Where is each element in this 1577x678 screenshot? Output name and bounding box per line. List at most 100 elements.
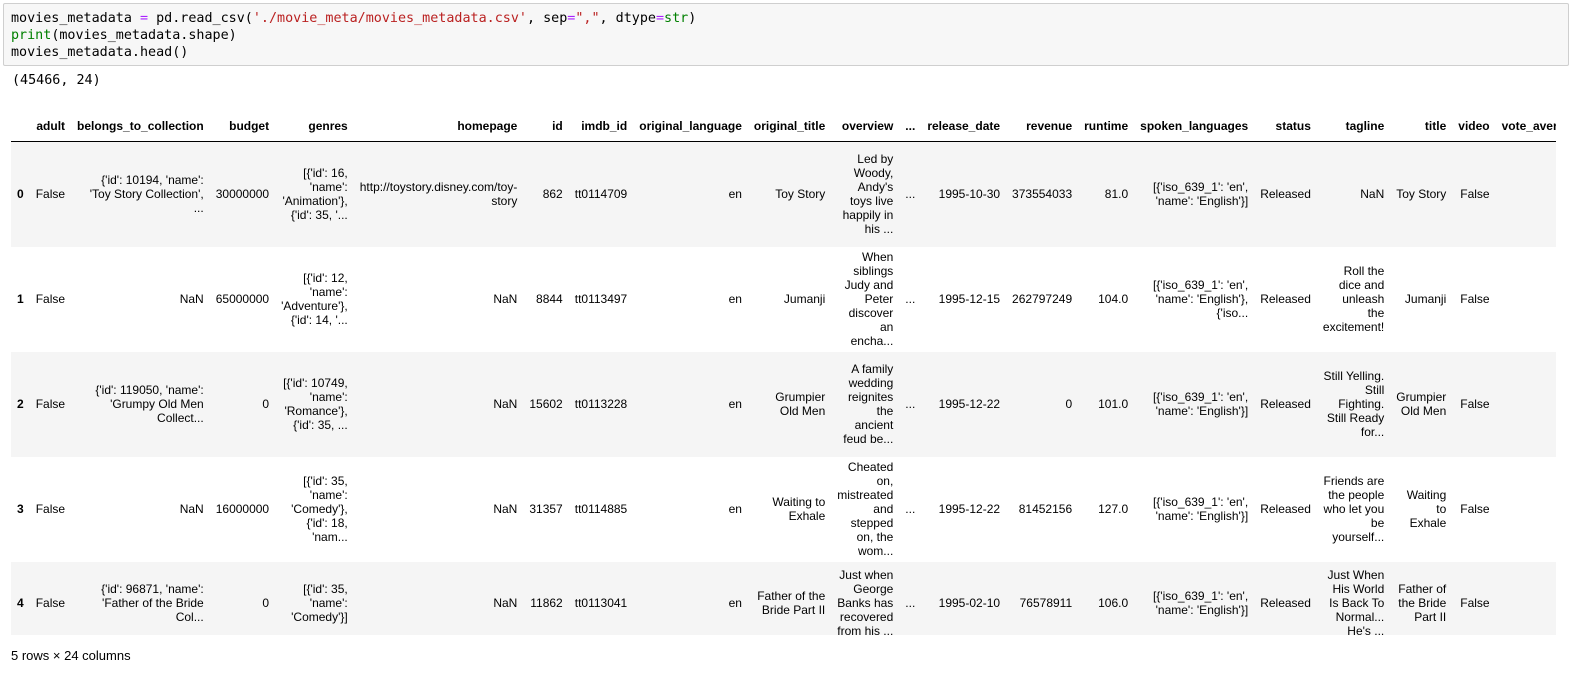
code-token: =: [140, 11, 149, 26]
table-cell: Grumpier Old Men: [775, 390, 826, 418]
table-cell: http://toystory.disney.com/toy-story: [359, 180, 518, 209]
table-cell: en: [728, 187, 742, 202]
column-header: homepage: [353, 111, 524, 142]
dataframe-shape-footer: 5 rows × 24 columns: [11, 648, 131, 663]
dataframe-output[interactable]: adult belongs_to_collection budget genres ho…: [11, 111, 1556, 635]
table-cell: NaN: [1360, 187, 1385, 202]
table-cell: Released: [1260, 292, 1311, 306]
column-header: release_date: [921, 111, 1007, 142]
table-cell: ...: [905, 502, 916, 516]
code-token: print: [11, 28, 52, 43]
table-cell: 81452156: [1018, 502, 1073, 516]
table-cell: [{'iso_639_1': 'en', 'name': 'English'}]: [1152, 495, 1249, 523]
table-cell: 16000000: [215, 502, 270, 516]
table-cell: 15602: [529, 397, 563, 411]
table-cell: {'id': 96871, 'name': 'Father of the Bri…: [101, 581, 204, 624]
column-header: tagline: [1316, 111, 1391, 142]
table-cell: [1496, 562, 1556, 636]
code-line-2: print(movies_metadata.shape): [11, 27, 1568, 44]
column-header: title: [1390, 111, 1453, 142]
row-index: 0: [17, 187, 24, 202]
table-cell: [1496, 247, 1556, 352]
table-cell: 31357: [529, 502, 563, 516]
index-header: [11, 111, 30, 142]
code-token: str: [664, 11, 689, 26]
table-cell: en: [728, 292, 742, 306]
code-cell[interactable]: movies_metadata = pd.read_csv('./movie_m…: [3, 3, 1569, 66]
table-cell: [{'iso_639_1': 'en', 'name': 'English'}]: [1152, 588, 1249, 617]
code-token: pd.read_csv(: [148, 11, 253, 26]
code-line-3: movies_metadata.head(): [11, 45, 189, 60]
column-header: overview: [831, 111, 900, 142]
table-cell: Released: [1260, 595, 1311, 610]
table-cell: When siblings Judy and Peter discover an…: [844, 250, 894, 348]
table-cell: Released: [1260, 397, 1311, 411]
code-token: =: [655, 11, 665, 26]
code-token: (movies_metadata.shape): [51, 28, 237, 43]
table-cell: Toy Story: [775, 187, 826, 202]
column-header: id: [523, 111, 569, 142]
table-cell: Friends are the people who let you be yo…: [1323, 474, 1385, 544]
table-cell: en: [728, 397, 742, 411]
table-cell: 0: [1065, 397, 1073, 411]
table-cell: 104.0: [1098, 292, 1129, 306]
row-index: 3: [17, 502, 24, 516]
table-cell: 101.0: [1098, 397, 1129, 411]
column-header: status: [1254, 111, 1317, 142]
table-cell: Still Yelling. Still Fighting. Still Rea…: [1323, 369, 1385, 439]
table-cell: [{'id': 10749, 'name': 'Romance'}, {'id'…: [283, 376, 348, 432]
table-cell: Grumpier Old Men: [1396, 390, 1447, 418]
table-cell: A family wedding reignites the ancient f…: [843, 362, 894, 446]
table-cell: tt0114885: [574, 502, 628, 516]
row-index: 1: [17, 292, 24, 306]
dataframe-table: adult belongs_to_collection budget genres ho…: [11, 111, 1556, 635]
stdout-output: (45466, 24): [12, 73, 101, 88]
code-token: ",": [575, 11, 600, 26]
column-header: vote_avera: [1495, 111, 1556, 142]
column-header: revenue: [1006, 111, 1079, 142]
table-cell: False: [35, 292, 66, 306]
table-cell: [{'iso_639_1': 'en', 'name': 'English'}]: [1152, 390, 1249, 418]
table-cell: [{'id': 16, 'name': 'Animation'}, {'id':…: [282, 166, 348, 223]
table-cell: Jumanji: [783, 292, 826, 306]
table-cell: [1496, 352, 1556, 457]
table-cell: NaN: [179, 292, 204, 306]
table-cell: 0: [262, 595, 270, 610]
table-cell: en: [728, 502, 742, 516]
table-cell: ...: [905, 292, 916, 306]
table-cell: False: [1460, 502, 1490, 516]
table-cell: NaN: [493, 397, 518, 411]
table-cell: [{'id': 12, 'name': 'Adventure'}, {'id':…: [281, 271, 348, 327]
table-cell: {'id': 119050, 'name': 'Grumpy Old Men C…: [95, 383, 204, 425]
table-cell: Just when George Banks has recovered fro…: [837, 567, 894, 636]
column-header: runtime: [1078, 111, 1135, 142]
column-header: spoken_languages: [1134, 111, 1255, 142]
table-cell: ...: [905, 595, 916, 610]
table-cell: False: [1460, 397, 1490, 411]
table-cell: [{'id': 35, 'name': 'Comedy'}, {'id': 18…: [291, 474, 348, 544]
table-cell: 76578911: [1019, 595, 1073, 610]
table-cell: tt0113041: [574, 595, 628, 610]
table-cell: NaN: [493, 292, 518, 306]
table-cell: 1995-10-30: [938, 187, 1001, 202]
column-header: original_title: [747, 111, 832, 142]
table-cell: 30000000: [215, 187, 270, 202]
table-cell: Jumanji: [1404, 292, 1447, 306]
table-cell: Released: [1260, 187, 1311, 202]
table-cell: tt0114709: [574, 187, 628, 202]
column-header: ...: [899, 111, 922, 142]
table-cell: Led by Woody, Andy's toys live happily i…: [842, 152, 894, 237]
table-cell: 1995-02-10: [938, 595, 1001, 610]
code-token: , sep: [526, 11, 568, 26]
table-cell: [1496, 142, 1556, 247]
table-cell: NaN: [179, 502, 204, 516]
table-cell: tt0113497: [574, 292, 628, 306]
column-header: belongs_to_collection: [71, 111, 210, 142]
table-row: 0 False {'id': 10194, 'name': 'Toy Story C…: [11, 141, 1556, 247]
table-cell: Cheated on, mistreated and stepped on, t…: [837, 460, 894, 558]
table-cell: Just When His World Is Back To Normal...…: [1327, 567, 1385, 636]
table-cell: 81.0: [1104, 187, 1129, 202]
table-cell: 106.0: [1098, 595, 1129, 610]
table-cell: [{'iso_639_1': 'en', 'name': 'English'},…: [1152, 278, 1249, 320]
table-cell: False: [1460, 187, 1490, 202]
